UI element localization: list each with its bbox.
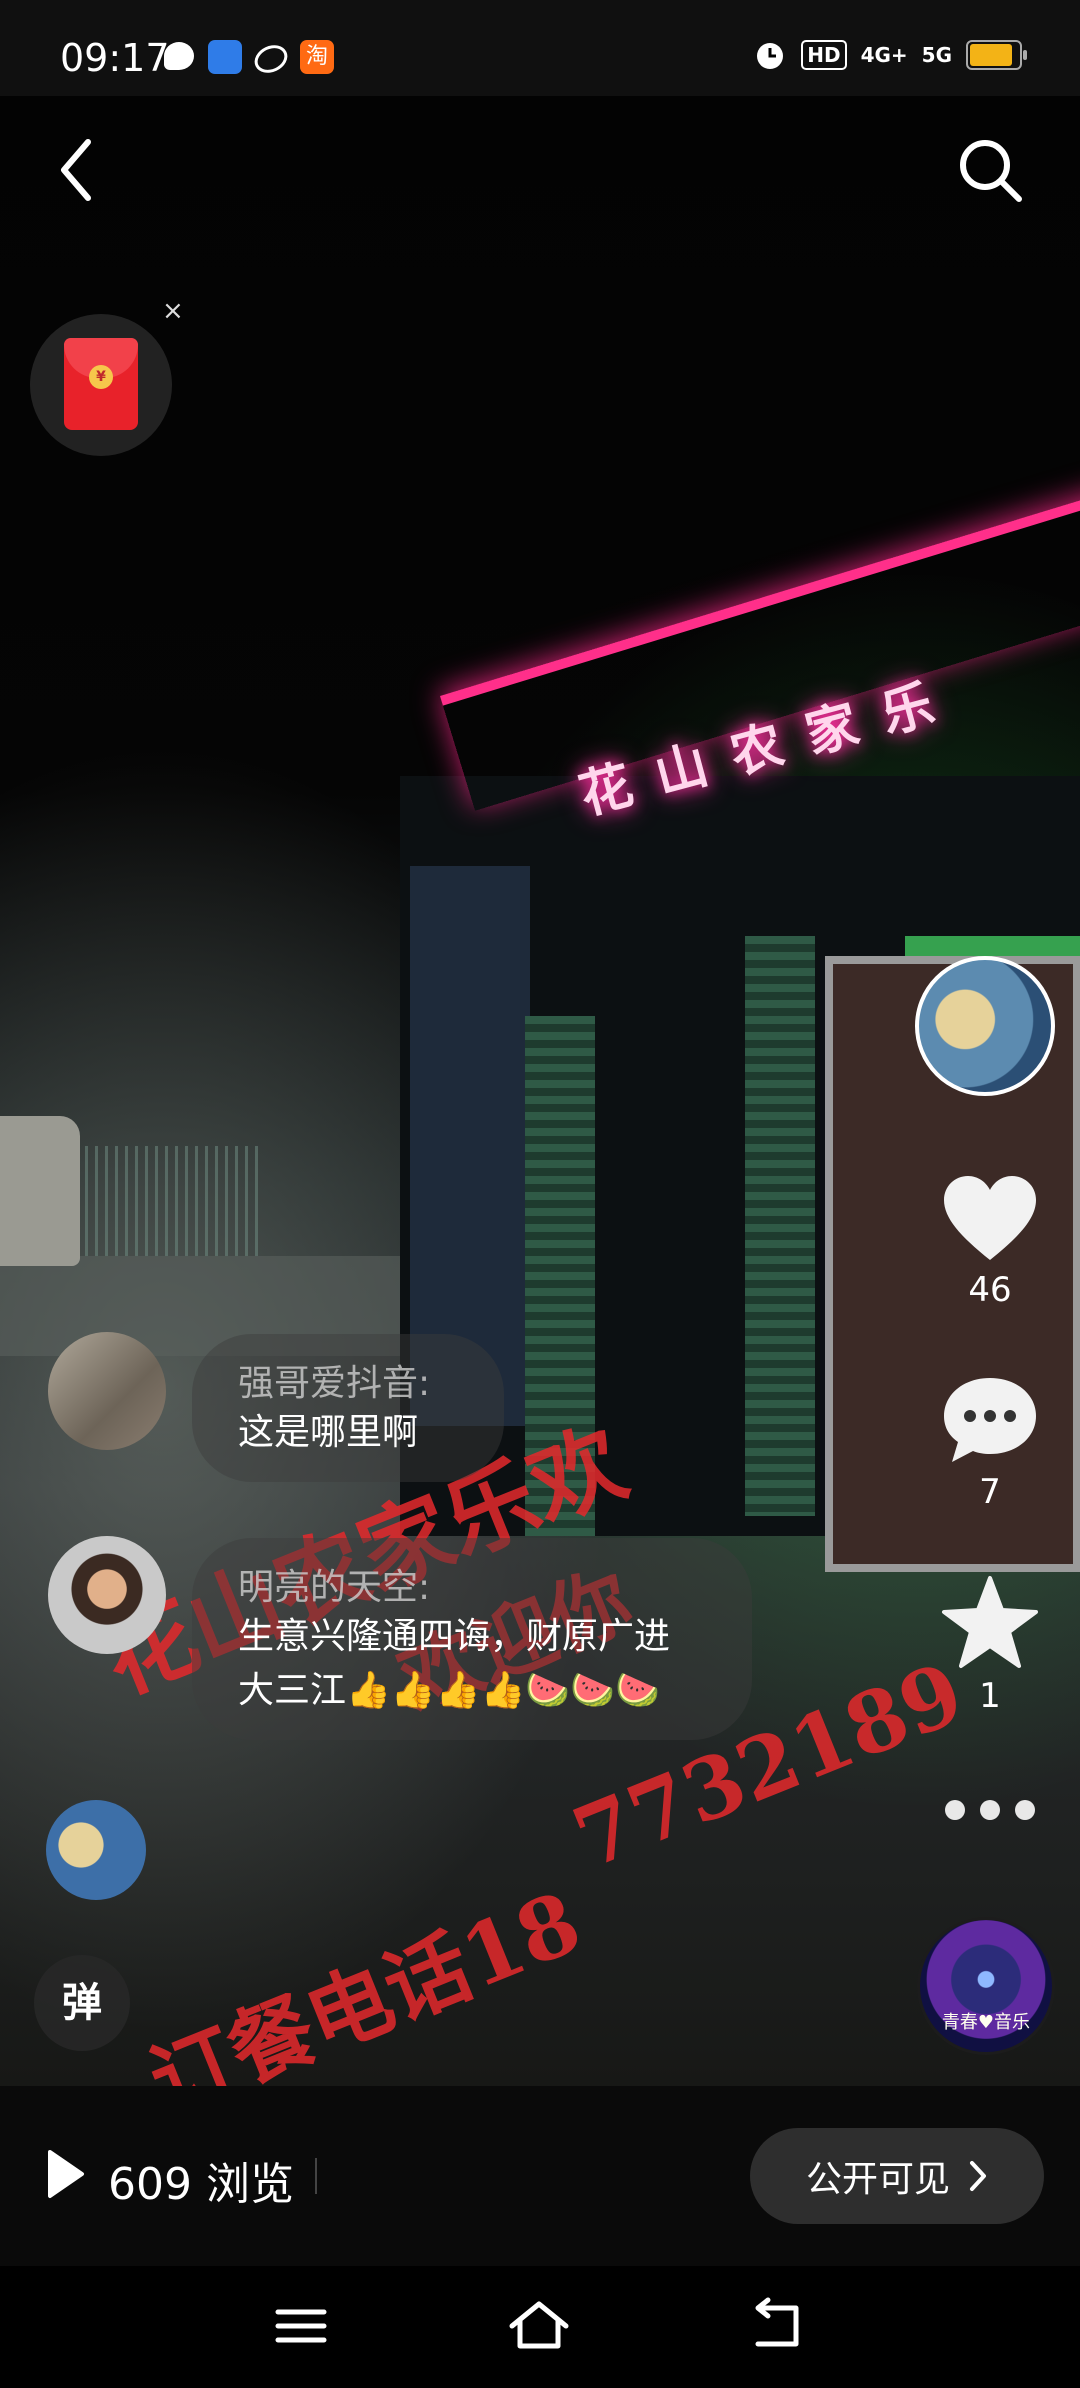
home-icon[interactable] <box>504 2296 574 2356</box>
red-envelope-button[interactable]: ¥ <box>30 314 172 456</box>
close-icon[interactable]: × <box>162 296 184 326</box>
like-count: 46 <box>968 1270 1012 1310</box>
video-fence <box>85 1146 265 1256</box>
taobao-icon: 淘 <box>300 40 334 74</box>
author-avatar[interactable] <box>915 956 1055 1096</box>
menu-icon[interactable] <box>266 2296 336 2356</box>
favorite-count: 1 <box>979 1676 1001 1716</box>
comment-author: 强哥爱抖音: <box>238 1363 431 1404</box>
comment-author: 明亮的天空: <box>238 1567 431 1608</box>
more-options-icon[interactable] <box>945 1800 1035 1830</box>
swirl-icon <box>250 40 292 78</box>
chevron-right-icon <box>970 2161 986 2191</box>
comment-text: 大三江👍👍👍👍🍉🍉🍉 <box>238 1670 660 1711</box>
video-shutter <box>745 936 815 1516</box>
comment-avatar[interactable] <box>48 1536 166 1654</box>
video-car <box>0 1116 80 1266</box>
alarm-icon <box>757 43 784 69</box>
view-count-number: 609 <box>108 2159 192 2210</box>
red-envelope-icon: ¥ <box>64 338 138 430</box>
music-label: 青春♥音乐 <box>941 2012 1031 2033</box>
bottom-bar: 609 浏览 公开可见 <box>0 2086 1080 2266</box>
view-count-label: 浏览 <box>205 2159 294 2210</box>
play-icon <box>48 2150 84 2198</box>
search-icon[interactable] <box>955 135 1025 205</box>
heart-icon <box>944 1176 1036 1260</box>
view-count: 609 浏览 <box>108 2148 294 2212</box>
back-icon[interactable] <box>744 2296 814 2356</box>
comment-icon <box>944 1378 1036 1462</box>
hd-indicator: HD <box>801 40 847 70</box>
star-icon <box>942 1576 1038 1668</box>
comment-text: 这是哪里啊 <box>238 1412 419 1453</box>
comment-text: 生意兴隆通四诲，财原广进 <box>238 1616 671 1657</box>
comment-avatar[interactable] <box>48 1332 166 1450</box>
comment-avatar[interactable] <box>46 1800 146 1900</box>
comment-bubble[interactable]: 明亮的天空: 生意兴隆通四诲，财原广进 大三江👍👍👍👍🍉🍉🍉 <box>192 1538 752 1740</box>
chevron-left-icon[interactable] <box>50 130 110 210</box>
comment-bubble[interactable]: 强哥爱抖音: 这是哪里啊 <box>192 1334 504 1482</box>
like-button[interactable]: 46 <box>930 1172 1050 1310</box>
visibility-button[interactable]: 公开可见 <box>750 2128 1044 2224</box>
favorite-button[interactable]: 1 <box>930 1574 1050 1716</box>
status-indicators: HD 4G+ 5G <box>753 38 1027 72</box>
comment-count: 7 <box>979 1472 1001 1512</box>
coin-icon: ¥ <box>89 365 113 389</box>
battery-icon <box>966 40 1027 70</box>
danmaku-toggle-button[interactable]: 弹 <box>34 1955 130 2051</box>
visibility-label: 公开可见 <box>805 2159 950 2200</box>
status-bar: 09:17 淘 HD 4G+ 5G <box>0 0 1080 96</box>
message-icon <box>164 42 194 70</box>
network-4g-indicator: 4G+ <box>860 43 908 67</box>
status-time: 09:17 <box>60 36 170 80</box>
divider <box>315 2158 317 2194</box>
system-nav-bar <box>0 2266 1080 2388</box>
comment-button[interactable]: 7 <box>930 1372 1050 1512</box>
music-disc[interactable]: 青春♥音乐 <box>920 1920 1052 2052</box>
network-5g-indicator: 5G <box>921 43 952 67</box>
baidu-icon <box>208 40 242 74</box>
video-watermark: 订餐电话18 <box>136 1872 594 2086</box>
